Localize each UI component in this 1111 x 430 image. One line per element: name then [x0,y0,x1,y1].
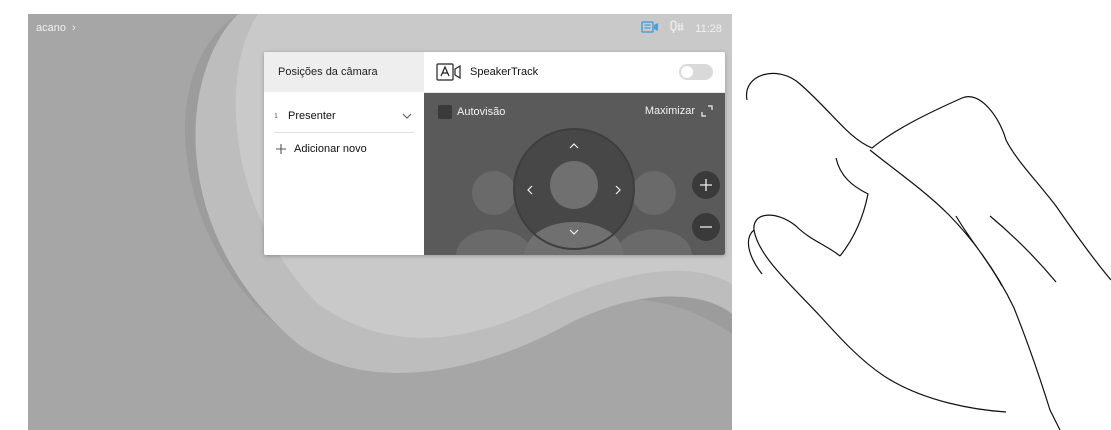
selfview-toggle[interactable]: Autovisão [438,105,505,119]
add-preset-label: Adicionar novo [294,143,367,155]
plus-icon [276,144,286,154]
maximize-button[interactable]: Maximizar [645,105,713,117]
breadcrumb[interactable]: acano › [36,22,76,34]
maximize-label: Maximizar [644,105,695,117]
maximize-icon [701,105,713,117]
selfview-label: Autovisão [457,106,506,118]
add-preset-button[interactable]: Adicionar novo [274,142,367,156]
camera-share-icon[interactable] [641,20,659,37]
toggle-knob [681,66,693,78]
tilt-up-icon[interactable] [569,143,579,149]
camera-view-column: SpeakerTrack Autovisão Maximizar [424,52,725,255]
chevron-down-icon[interactable] [400,109,414,123]
chevron-right-icon: › [72,22,76,34]
pan-right-icon[interactable] [615,185,621,195]
presets-title: Posições da câmara [264,52,424,92]
speakertrack-icon [436,63,461,81]
tilt-down-icon[interactable] [569,229,579,235]
pan-left-icon[interactable] [527,185,533,195]
hand-illustration [746,72,1111,430]
preset-number: 1 [274,112,278,120]
clock: 11:28 [695,22,722,35]
speakertrack-label: SpeakerTrack [470,66,539,78]
preset-label: Presenter [288,110,336,122]
camera-control-panel: Posições da câmara 1 Presenter Adicionar… [264,52,725,255]
camera-presets-column: Posições da câmara 1 Presenter Adicionar… [264,52,425,255]
microphone-icon[interactable] [669,20,685,37]
camera-preview[interactable]: Autovisão Maximizar [424,93,725,255]
selfview-checkbox[interactable] [438,105,452,119]
status-bar: 11:28 [641,20,722,37]
touch-screen: acano › 11:28 Posições da câmara 1 Prese… [28,14,732,430]
speakertrack-bar: SpeakerTrack [424,52,725,93]
preset-item[interactable]: 1 Presenter [274,100,414,133]
meeting-title: acano [36,22,66,34]
speakertrack-toggle[interactable] [679,64,713,80]
